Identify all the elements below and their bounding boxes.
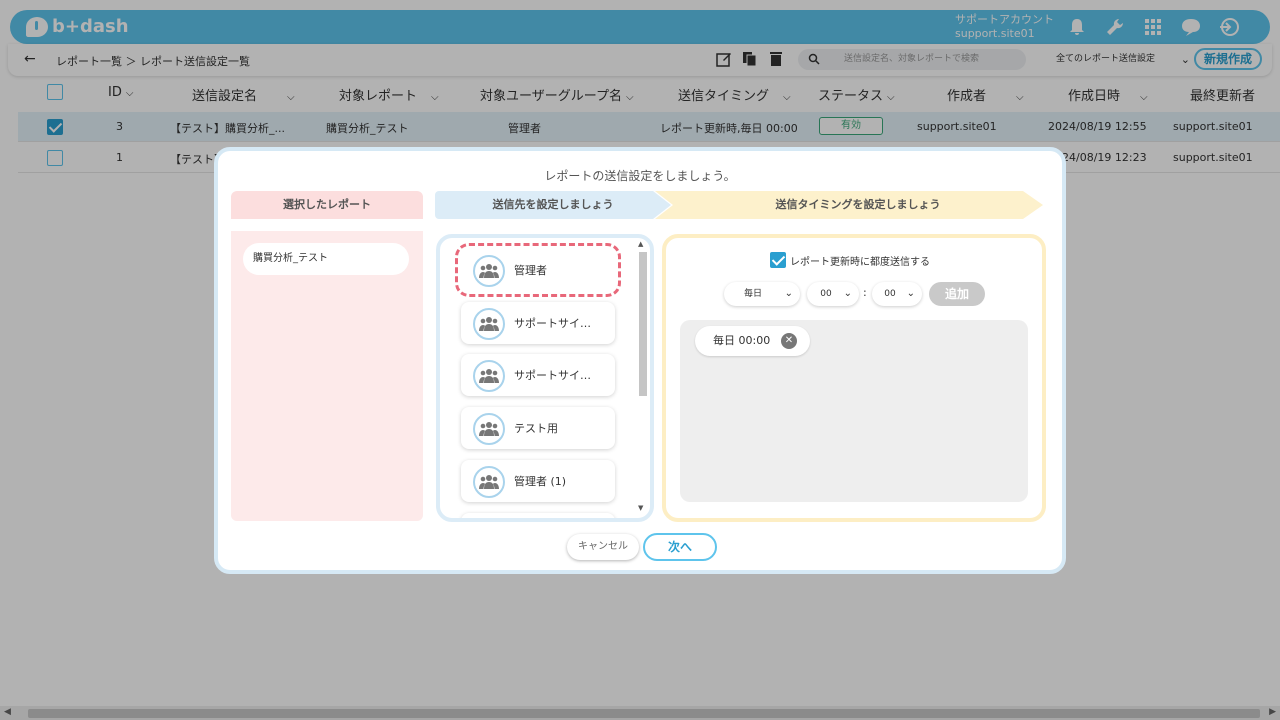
group-icon: [473, 360, 505, 392]
minute-select[interactable]: 00 ⌄: [872, 282, 922, 306]
step-selected-report: 選択したレポート: [231, 191, 423, 219]
send-on-update-option[interactable]: レポート更新時に都度送信する: [770, 252, 930, 268]
group-card-admin-1[interactable]: 管理者 (1): [461, 460, 615, 502]
timing-chip-label: 毎日 00:00: [713, 334, 771, 347]
group-card-support-1[interactable]: サポートサイ…: [461, 302, 615, 344]
modal-title: レポートの送信設定をしましょう。: [544, 169, 736, 183]
group-list-scrollbar[interactable]: ▲ ▼: [636, 240, 650, 516]
scroll-down-icon[interactable]: ▼: [638, 504, 643, 512]
hour-select-value: 00: [820, 289, 832, 299]
group-icon: [473, 466, 505, 498]
group-icon: [473, 413, 505, 445]
send-settings-modal: レポートの送信設定をしましょう。 選択したレポート 送信先を設定しましょう 送信…: [214, 147, 1066, 574]
frequency-select[interactable]: 毎日 ⌄: [724, 282, 800, 306]
group-list: 管理者 サポートサイ… サポートサイ… テスト用 管理者 (1): [440, 238, 636, 518]
group-label: サポートサイ…: [514, 369, 591, 382]
frequency-select-value: 毎日: [743, 289, 762, 299]
chevron-down-icon: ⌄: [784, 288, 793, 299]
time-separator: :: [863, 286, 867, 299]
scroll-up-icon[interactable]: ▲: [638, 240, 643, 248]
group-card-test[interactable]: テスト用: [461, 407, 615, 449]
recipient-panel: 管理者 サポートサイ… サポートサイ… テスト用 管理者 (1) ▲ ▼: [436, 234, 654, 522]
timing-panel: レポート更新時に都度送信する 毎日 ⌄ 00 ⌄ : 00 ⌄ 追加 毎日 00…: [662, 234, 1046, 522]
add-timing-button[interactable]: 追加: [929, 282, 985, 306]
send-on-update-label: レポート更新時に都度送信する: [790, 256, 930, 268]
group-icon: [473, 255, 505, 287]
step-timing: 送信タイミングを設定しましょう: [655, 191, 1043, 219]
chevron-down-icon: ⌄: [843, 288, 852, 299]
cancel-button[interactable]: キャンセル: [567, 534, 639, 560]
remove-timing-icon[interactable]: ✕: [781, 333, 797, 349]
timing-chip: 毎日 00:00 ✕: [695, 326, 810, 356]
group-list-scrollbar-thumb[interactable]: [639, 252, 647, 396]
group-icon: [473, 308, 505, 340]
group-label: サポートサイ…: [514, 317, 591, 330]
selected-report-panel: 購買分析_テスト: [231, 231, 423, 521]
chevron-down-icon: ⌄: [906, 288, 915, 299]
minute-select-value: 00: [884, 289, 896, 299]
group-label: 管理者 (1): [514, 475, 567, 488]
next-button[interactable]: 次へ: [643, 533, 717, 561]
hour-select[interactable]: 00 ⌄: [807, 282, 859, 306]
group-card-admin[interactable]: 管理者: [455, 243, 621, 297]
group-card-partial[interactable]: [461, 513, 615, 518]
send-on-update-checkbox[interactable]: [770, 252, 786, 268]
group-label: テスト用: [514, 422, 558, 435]
selected-report-chip: 購買分析_テスト: [243, 243, 409, 275]
timing-list: 毎日 00:00 ✕: [680, 320, 1028, 502]
group-card-support-2[interactable]: サポートサイ…: [461, 354, 615, 396]
group-label: 管理者: [514, 264, 547, 277]
step-recipient: 送信先を設定しましょう: [435, 191, 671, 219]
